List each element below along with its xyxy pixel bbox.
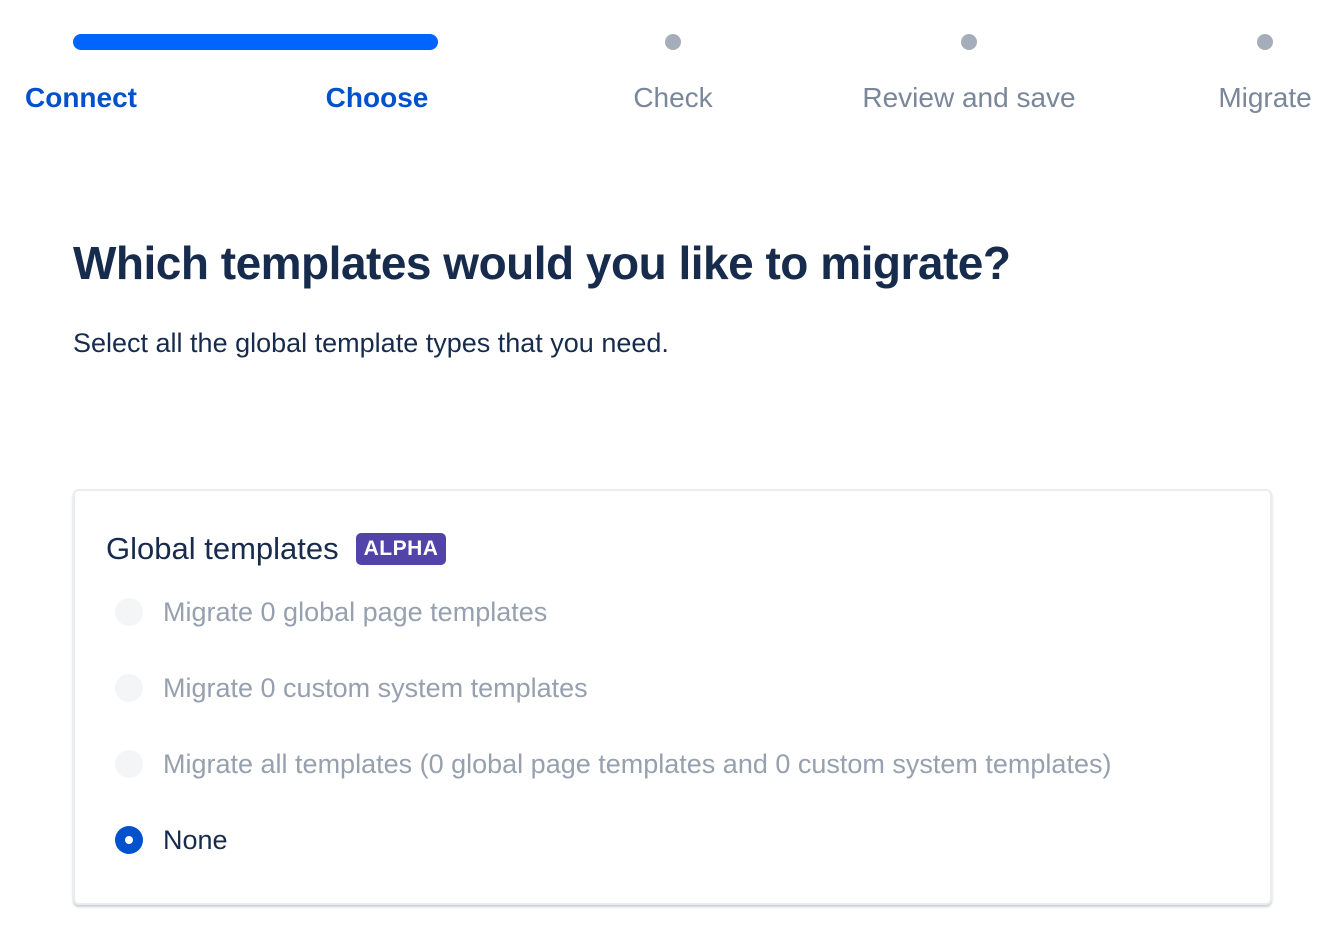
radio-global-page-templates[interactable] <box>115 598 143 626</box>
option-none[interactable]: None <box>115 820 228 860</box>
option-all-templates[interactable]: Migrate all templates (0 global page tem… <box>115 744 1111 784</box>
global-templates-card: Global templates ALPHA Migrate 0 global … <box>73 489 1272 905</box>
page-subtitle: Select all the global template types tha… <box>73 328 669 358</box>
radio-none[interactable] <box>115 826 143 854</box>
alpha-badge: ALPHA <box>355 533 447 565</box>
step-migrate: Migrate <box>1218 82 1312 113</box>
progress-bar-fill <box>73 34 438 50</box>
page-title: Which templates would you like to migrat… <box>73 237 1011 289</box>
step-dot-review <box>961 34 977 50</box>
option-label: None <box>163 825 228 855</box>
radio-all-templates[interactable] <box>115 750 143 778</box>
option-global-page-templates[interactable]: Migrate 0 global page templates <box>115 592 547 632</box>
card-header: Global templates ALPHA <box>106 529 447 569</box>
option-custom-system-templates[interactable]: Migrate 0 custom system templates <box>115 668 588 708</box>
step-dot-migrate <box>1257 34 1273 50</box>
card-title: Global templates <box>106 531 339 566</box>
step-review-and-save: Review and save <box>862 82 1076 113</box>
option-label: Migrate 0 global page templates <box>163 597 548 627</box>
step-choose[interactable]: Choose <box>227 80 527 116</box>
migration-page: Connect Choose Check Review and save Mig… <box>0 0 1336 940</box>
step-check: Check <box>633 82 713 113</box>
option-label: Migrate all templates (0 global page tem… <box>163 749 1112 779</box>
step-dot-check <box>665 34 681 50</box>
radio-custom-system-templates[interactable] <box>115 674 143 702</box>
option-label: Migrate 0 custom system templates <box>163 673 588 703</box>
progress-tracker: Connect Choose Check Review and save Mig… <box>0 0 1336 130</box>
step-connect[interactable]: Connect <box>0 80 231 116</box>
